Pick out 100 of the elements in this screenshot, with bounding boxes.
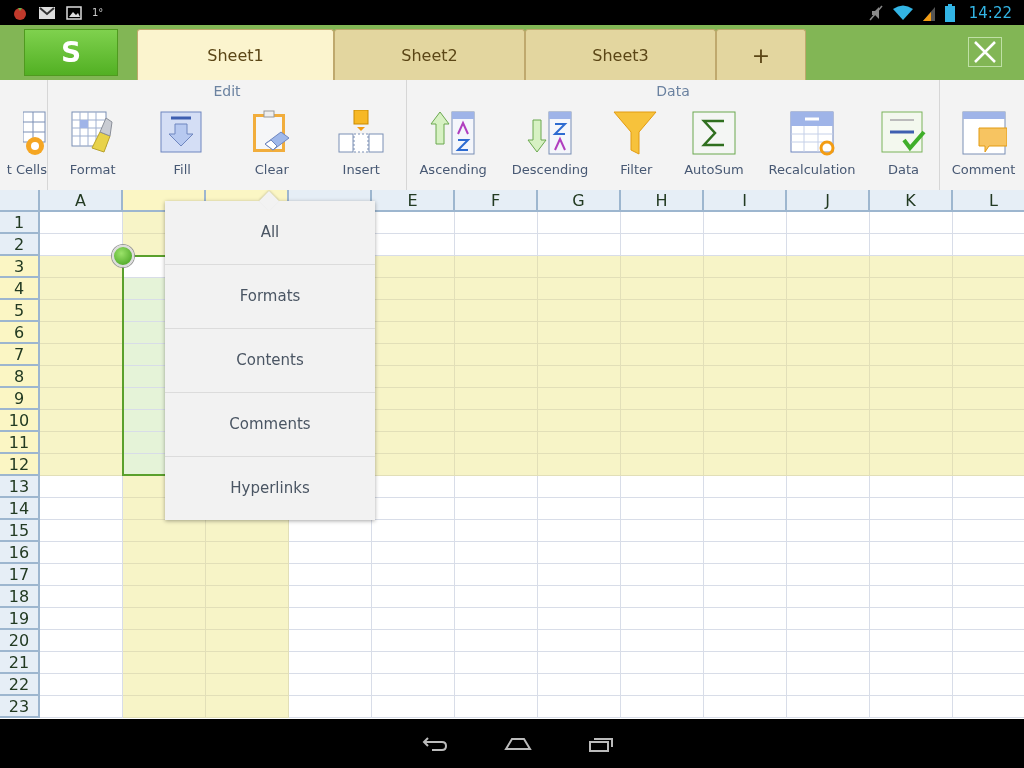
column-header[interactable]: H [621,190,704,212]
table-cell[interactable] [372,256,455,278]
table-cell[interactable] [206,652,289,674]
table-cell[interactable] [372,322,455,344]
menu-item[interactable]: Hyperlinks [165,457,375,520]
table-cell[interactable] [870,586,953,608]
column-header[interactable]: K [870,190,953,212]
menu-item[interactable]: Comments [165,393,375,457]
ribbon-tool-button[interactable]: Insert [317,102,405,178]
table-cell[interactable] [40,256,123,278]
ribbon-tool-button[interactable]: Data [878,102,929,178]
table-cell[interactable] [704,608,787,630]
row-header[interactable]: 6 [0,322,40,344]
back-icon[interactable] [422,735,448,752]
table-cell[interactable] [621,652,704,674]
table-cell[interactable] [870,520,953,542]
table-cell[interactable] [372,520,455,542]
table-cell[interactable] [870,696,953,718]
table-cell[interactable] [289,674,372,696]
table-cell[interactable] [704,564,787,586]
table-cell[interactable] [704,696,787,718]
row-header[interactable]: 1 [0,212,40,234]
table-cell[interactable] [787,586,870,608]
table-cell[interactable] [787,498,870,520]
table-cell[interactable] [372,564,455,586]
table-cell[interactable] [206,520,289,542]
table-cell[interactable] [787,608,870,630]
table-cell[interactable] [787,696,870,718]
table-cell[interactable] [787,454,870,476]
table-cell[interactable] [206,586,289,608]
table-cell[interactable] [870,256,953,278]
table-cell[interactable] [372,366,455,388]
table-cell[interactable] [870,674,953,696]
ribbon-tool-button[interactable]: Recalculation [766,102,858,178]
table-cell[interactable] [621,520,704,542]
table-cell[interactable] [704,520,787,542]
table-cell[interactable] [123,630,206,652]
select-all-corner[interactable] [0,190,40,212]
table-cell[interactable] [621,542,704,564]
table-cell[interactable] [621,674,704,696]
table-cell[interactable] [621,212,704,234]
table-cell[interactable] [455,256,538,278]
row-header[interactable]: 2 [0,234,40,256]
table-cell[interactable] [455,564,538,586]
home-icon[interactable] [504,736,532,751]
ribbon-tool-button[interactable]: Filter [611,102,662,178]
close-button[interactable] [968,37,1002,67]
table-cell[interactable] [372,454,455,476]
table-cell[interactable] [40,520,123,542]
table-cell[interactable] [372,696,455,718]
table-cell[interactable] [206,674,289,696]
table-cell[interactable] [787,652,870,674]
recent-apps-icon[interactable] [588,735,614,752]
table-cell[interactable] [621,608,704,630]
ribbon-tool-button[interactable]: Descending [509,102,591,178]
add-sheet-tab[interactable]: + [716,29,806,80]
table-cell[interactable] [289,542,372,564]
table-cell[interactable] [123,608,206,630]
menu-item[interactable]: All [165,201,375,265]
table-cell[interactable] [455,586,538,608]
table-cell[interactable] [372,432,455,454]
table-cell[interactable] [40,586,123,608]
table-cell[interactable] [40,476,123,498]
table-cell[interactable] [538,586,621,608]
table-cell[interactable] [123,564,206,586]
table-cell[interactable] [40,542,123,564]
table-cell[interactable] [621,630,704,652]
table-cell[interactable] [455,652,538,674]
row-header[interactable]: 14 [0,498,40,520]
table-cell[interactable] [621,256,704,278]
table-cell[interactable] [372,542,455,564]
row-header[interactable]: 3 [0,256,40,278]
table-cell[interactable] [40,234,123,256]
table-cell[interactable] [455,696,538,718]
sheet-tab[interactable]: Sheet2 [334,29,525,80]
table-cell[interactable] [372,608,455,630]
ribbon-tool-button[interactable]: Clear [228,102,316,178]
table-cell[interactable] [704,542,787,564]
table-cell[interactable] [870,498,953,520]
table-cell[interactable] [40,410,123,432]
column-header[interactable]: E [372,190,455,212]
sheet-tab[interactable]: Sheet1 [137,29,334,80]
table-cell[interactable] [704,674,787,696]
table-cell[interactable] [953,454,1024,476]
table-cell[interactable] [704,652,787,674]
table-cell[interactable] [372,674,455,696]
table-cell[interactable] [621,696,704,718]
table-cell[interactable] [40,300,123,322]
table-cell[interactable] [538,630,621,652]
table-cell[interactable] [123,586,206,608]
table-cell[interactable] [704,586,787,608]
table-cell[interactable] [455,454,538,476]
table-cell[interactable] [538,696,621,718]
row-header[interactable]: 4 [0,278,40,300]
table-cell[interactable] [372,586,455,608]
table-cell[interactable] [123,674,206,696]
table-cell[interactable] [206,630,289,652]
table-cell[interactable] [621,498,704,520]
table-cell[interactable] [787,630,870,652]
table-cell[interactable] [289,520,372,542]
